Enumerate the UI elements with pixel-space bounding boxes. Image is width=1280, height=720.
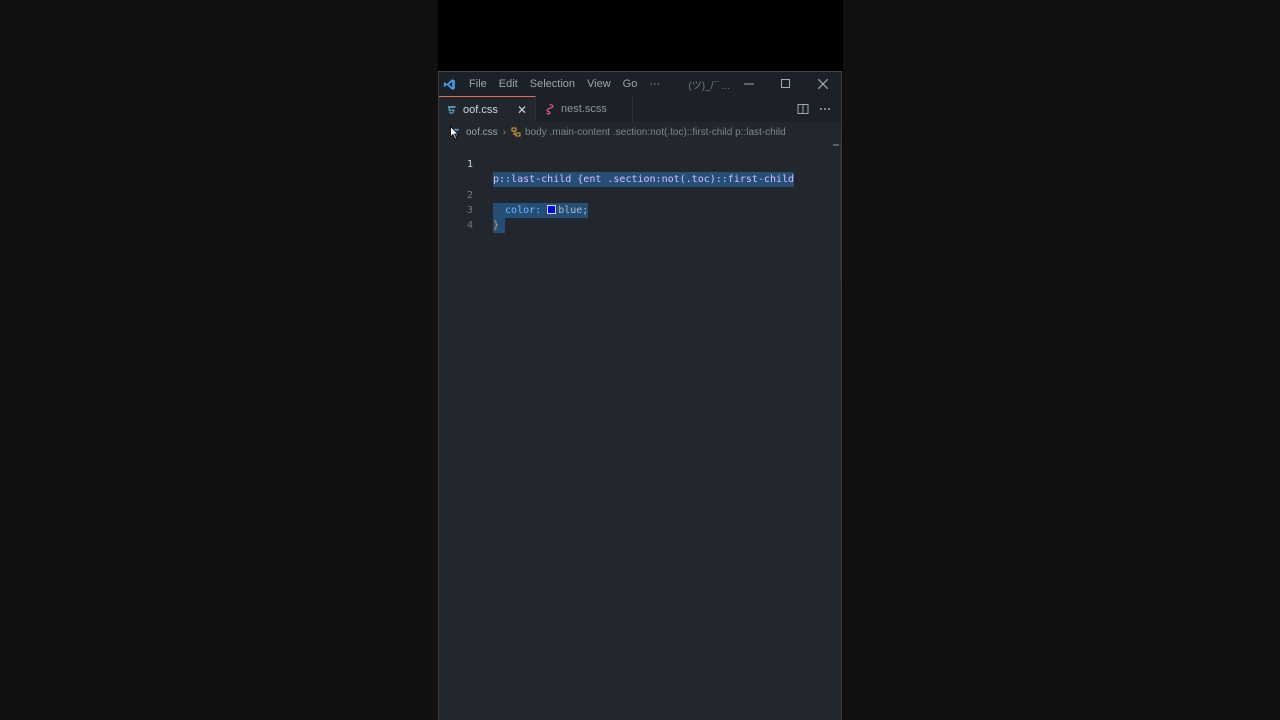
- tab-nest-scss[interactable]: nest.scss: [536, 96, 633, 122]
- code-line-2: 2 color: blue;: [439, 173, 589, 218]
- tab-label: oof.css: [463, 103, 498, 116]
- menu-file[interactable]: File: [463, 78, 493, 90]
- scrollbar-marker: [833, 144, 839, 146]
- breadcrumb-file[interactable]: oof.css: [466, 127, 498, 138]
- breadcrumb: oof.css › body .main-content .section:no…: [439, 122, 841, 142]
- menu-go[interactable]: Go: [617, 78, 644, 90]
- tab-oof-css[interactable]: oof.css ✕: [439, 96, 536, 122]
- minimize-icon: [743, 83, 754, 85]
- value-text: blue;: [558, 205, 589, 216]
- maximize-icon: [780, 79, 790, 88]
- code-text: color: blue;: [493, 203, 589, 218]
- window-title: (ツ)_/¯ ...: [688, 80, 730, 92]
- window-controls: [730, 72, 841, 96]
- property-text: color:: [493, 205, 542, 216]
- top-letterbox: [438, 0, 843, 71]
- title-bar: File Edit Selection View Go ··· (ツ)_/¯ .…: [439, 72, 841, 96]
- vscode-logo-icon: [440, 72, 459, 96]
- color-swatch[interactable]: [547, 205, 557, 214]
- brace-text: }: [493, 220, 500, 231]
- maximize-button[interactable]: [767, 72, 804, 96]
- tab-close-icon[interactable]: ✕: [517, 103, 527, 117]
- code-line-3: 3 }: [439, 188, 506, 233]
- line-number: 4: [466, 220, 473, 231]
- css-file-icon: [448, 105, 456, 114]
- code-line-1-wrap: p::last-child {: [439, 157, 584, 187]
- minimize-button[interactable]: [730, 72, 767, 96]
- menu-edit[interactable]: Edit: [493, 78, 524, 90]
- tab-label: nest.scss: [561, 103, 607, 115]
- vscode-window: File Edit Selection View Go ··· (ツ)_/¯ .…: [438, 71, 842, 720]
- code-text: p::last-child {: [493, 172, 584, 187]
- chevron-right-icon: ›: [502, 126, 507, 138]
- more-actions-icon[interactable]: [819, 103, 831, 115]
- code-line-4: 4: [439, 203, 475, 231]
- close-icon: [817, 79, 828, 89]
- selector-text: p::last-child {: [493, 174, 584, 185]
- close-window-button[interactable]: [804, 72, 841, 96]
- left-letterbox: [0, 0, 438, 720]
- scss-file-icon: [546, 103, 554, 115]
- code-text: }: [493, 218, 506, 233]
- tab-bar: oof.css ✕ nest.scss: [439, 96, 841, 122]
- code-line-1: 1 body .main-content .section:not(.toc):…: [439, 142, 795, 187]
- split-editor-icon[interactable]: [797, 103, 809, 115]
- menu-selection[interactable]: Selection: [524, 78, 581, 90]
- symbol-class-icon: [511, 127, 521, 137]
- code-editor[interactable]: 1 body .main-content .section:not(.toc):…: [439, 142, 841, 720]
- menu-view[interactable]: View: [581, 78, 617, 90]
- menu-more-button[interactable]: ···: [643, 78, 666, 90]
- scrollbar-track[interactable]: [840, 142, 841, 282]
- right-letterbox: [843, 0, 1280, 720]
- editor-actions: [797, 96, 841, 122]
- breadcrumb-symbol[interactable]: body .main-content .section:not(.toc)::f…: [525, 127, 786, 138]
